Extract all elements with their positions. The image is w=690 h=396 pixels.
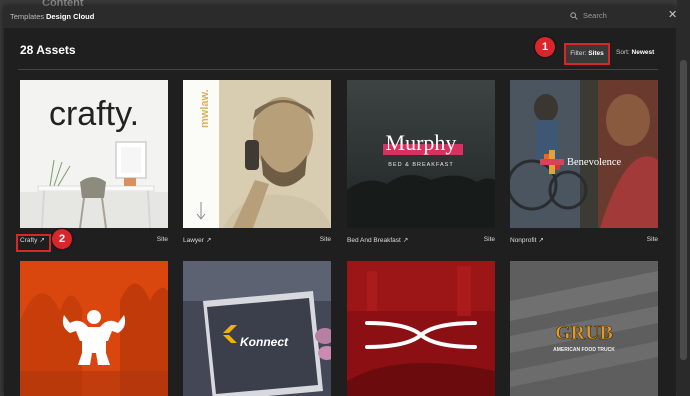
sort-prefix: Sort: (616, 49, 630, 56)
food-truck-art-subtext: AMERICAN FOOD TRUCK (553, 347, 615, 353)
asset-name-crafty: Crafty (20, 237, 38, 244)
dialog-topbar: Templates Design Cloud Search ✕ (4, 6, 676, 28)
lawyer-thumbnail: mwlaw. (183, 80, 331, 228)
close-icon[interactable]: ✕ (668, 10, 676, 21)
asset-link-nonprofit[interactable]: Nonprofit ↗ (510, 236, 544, 244)
callout-badge-2: 2 (52, 229, 72, 249)
asset-card-food-truck[interactable]: GRUB AMERICAN FOOD TRUCK (510, 261, 658, 396)
nonprofit-thumbnail: Benevolence (510, 80, 658, 228)
asset-card-fitness[interactable] (20, 261, 168, 396)
filter-value: Sites (588, 50, 604, 57)
search-field[interactable]: Search (570, 11, 607, 20)
scrollbar-thumb[interactable] (680, 60, 687, 360)
asset-name-nonprofit: Nonprofit (510, 237, 537, 244)
filter-button[interactable]: Filter: Sites (564, 43, 610, 65)
asset-card-nonprofit[interactable]: Benevolence (510, 80, 658, 228)
asset-link-crafty[interactable]: Crafty ↗ (20, 236, 45, 244)
external-link-icon: ↗ (538, 237, 544, 244)
asset-type-nonprofit: Site (646, 236, 658, 243)
crafty-thumbnail: crafty. (20, 80, 168, 228)
asset-type-bed-and-breakfast: Site (483, 236, 495, 243)
asset-card-lawyer[interactable]: mwlaw. (183, 80, 331, 228)
callout-badge-1: 1 (535, 37, 555, 57)
asset-type-lawyer: Site (319, 236, 331, 243)
asset-card-konnect[interactable]: Konnect (183, 261, 331, 396)
asset-type-crafty: Site (156, 236, 168, 243)
konnect-art-text: Konnect (240, 335, 289, 349)
page-scrollbar[interactable] (677, 0, 690, 396)
konnect-thumbnail: Konnect (183, 261, 331, 396)
asset-name-bed-and-breakfast: Bed And Breakfast (347, 237, 401, 244)
asset-card-red-logo[interactable] (347, 261, 495, 396)
header-divider (18, 69, 658, 70)
sort-value: Newest (631, 49, 655, 56)
assets-count: 28 Assets (20, 43, 76, 57)
search-icon (570, 12, 578, 20)
lawyer-art-text: mwlaw. (199, 89, 211, 128)
bed-and-breakfast-thumbnail: Murphy BED & BREAKFAST (347, 80, 495, 228)
search-placeholder: Search (583, 11, 607, 20)
food-truck-thumbnail: GRUB AMERICAN FOOD TRUCK (510, 261, 658, 396)
tab-templates[interactable]: Templates (10, 12, 44, 21)
external-link-icon: ↗ (205, 237, 212, 244)
red-logo-thumbnail (347, 261, 495, 396)
asset-card-bed-and-breakfast[interactable]: Murphy BED & BREAKFAST (347, 80, 495, 228)
asset-link-lawyer[interactable]: Lawyer ↗ (183, 236, 211, 244)
external-link-icon: ↗ (39, 237, 45, 244)
nonprofit-art-text: Benevolence (567, 157, 622, 168)
food-truck-art-text: GRUB (555, 322, 613, 344)
crafty-art-text: crafty. (49, 95, 139, 133)
bed-and-breakfast-art-text: Murphy (386, 130, 457, 155)
design-cloud-dialog: Templates Design Cloud Search ✕ 28 Asset… (4, 6, 676, 396)
filter-prefix: Filter: (570, 50, 587, 57)
asset-name-lawyer: Lawyer (183, 237, 204, 244)
sort-button[interactable]: Sort: Newest (616, 49, 654, 56)
bed-and-breakfast-art-subtext: BED & BREAKFAST (388, 162, 453, 168)
asset-card-crafty[interactable]: crafty. (20, 80, 168, 228)
asset-link-bed-and-breakfast[interactable]: Bed And Breakfast ↗ (347, 236, 408, 244)
fitness-thumbnail (20, 261, 168, 396)
external-link-icon: ↗ (402, 237, 409, 244)
tab-design-cloud[interactable]: Design Cloud (46, 12, 94, 21)
